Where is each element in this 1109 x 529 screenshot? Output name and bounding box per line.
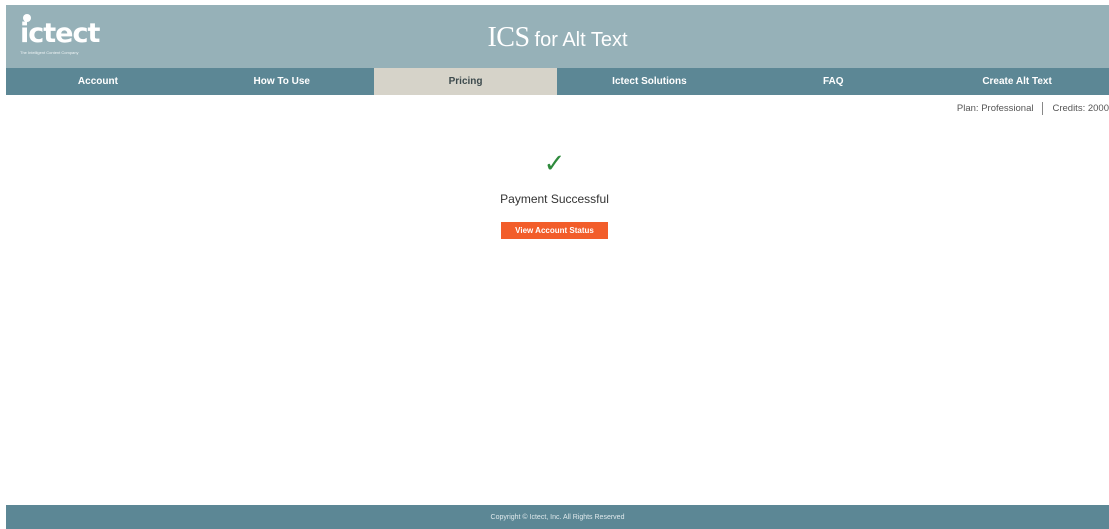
- nav-item-create-alt-text[interactable]: Create Alt Text: [925, 68, 1109, 95]
- site-title-main: ICS: [487, 22, 530, 53]
- payment-success-panel: ✓ Payment Successful View Account Status: [0, 150, 1109, 239]
- site-title-rest: for Alt Text: [534, 29, 628, 51]
- header-banner: ictect The Intelligent Content Company I…: [6, 5, 1109, 68]
- copyright-text: Copyright © Ictect, Inc. All Rights Rese…: [490, 513, 625, 521]
- plan-label: Plan: Professional: [956, 103, 1034, 114]
- site-title: ICS for Alt Text: [6, 22, 1109, 54]
- nav-item-pricing[interactable]: Pricing: [373, 68, 558, 95]
- nav-item-faq[interactable]: FAQ: [741, 68, 925, 95]
- account-status-bar: Plan: Professional Credits: 2000: [957, 102, 1109, 115]
- nav-item-ictect-solutions[interactable]: Ictect Solutions: [557, 68, 741, 95]
- nav-item-account[interactable]: Account: [6, 68, 190, 95]
- footer: Copyright © Ictect, Inc. All Rights Rese…: [6, 505, 1109, 529]
- payment-success-message: Payment Successful: [500, 192, 609, 206]
- main-nav: Account How To Use Pricing Ictect Soluti…: [6, 68, 1109, 95]
- checkmark-icon: ✓: [543, 149, 566, 179]
- plan-divider: [1042, 102, 1044, 115]
- view-account-status-button[interactable]: View Account Status: [501, 222, 608, 239]
- nav-item-how-to-use[interactable]: How To Use: [190, 68, 374, 95]
- page: ictect The Intelligent Content Company I…: [0, 0, 1109, 529]
- credits-label: Credits: 2000: [1052, 103, 1109, 114]
